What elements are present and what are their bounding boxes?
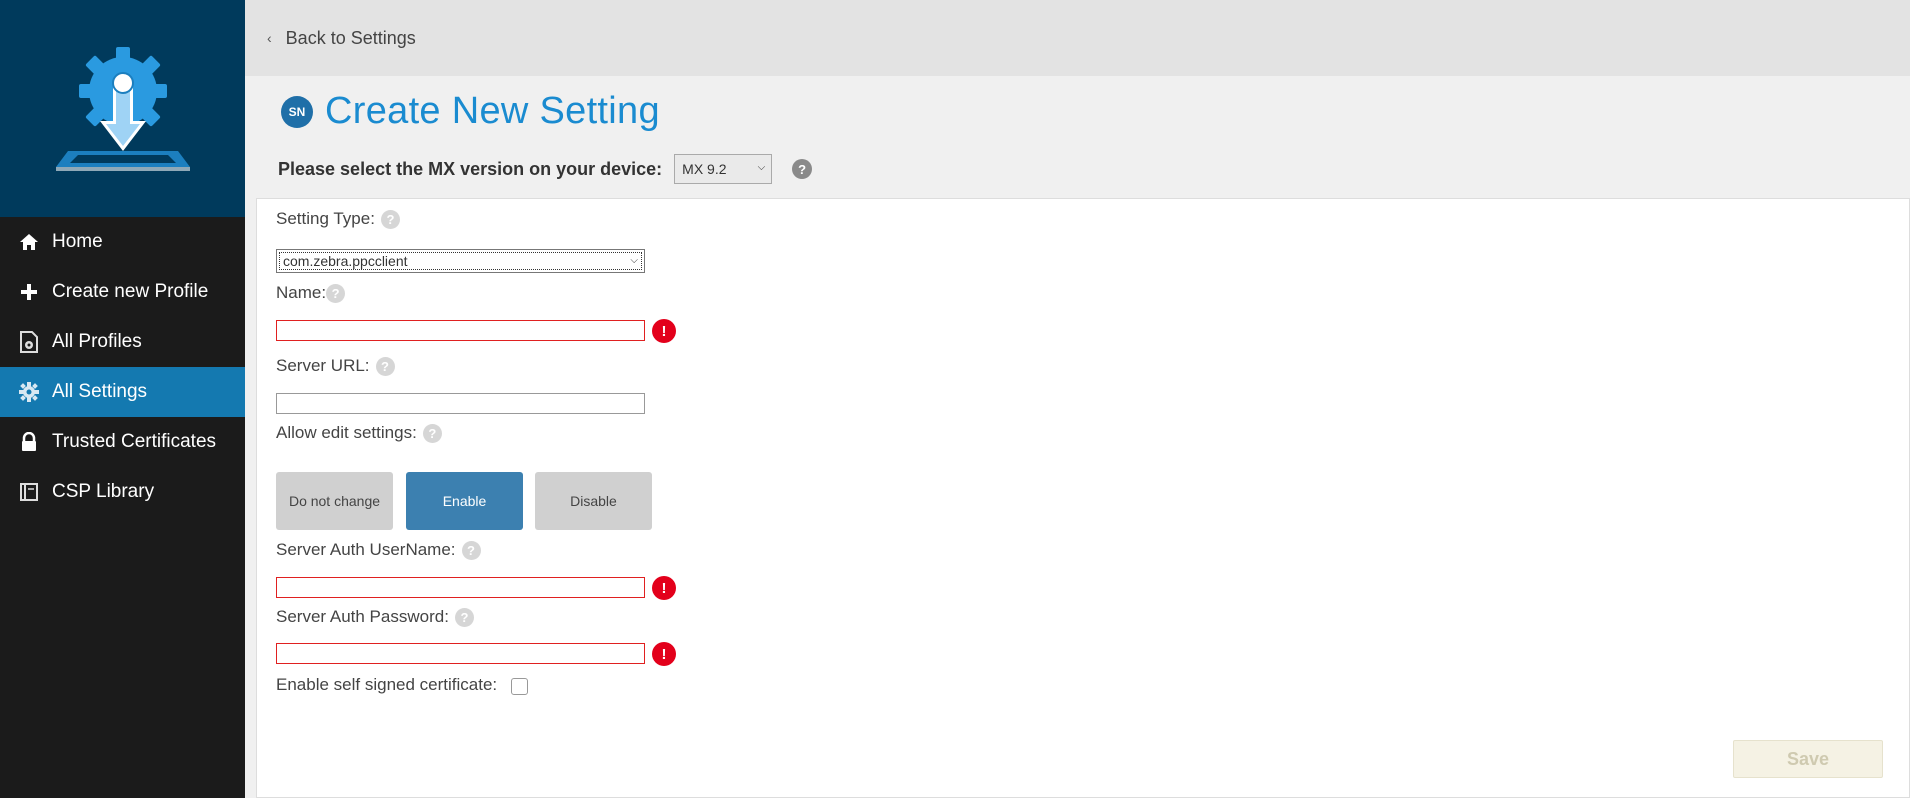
name-help-icon[interactable]: ? (326, 283, 346, 303)
name-error-icon: ! (652, 319, 676, 343)
mx-version-select[interactable]: MX 9.2 ⌵ (674, 154, 773, 184)
username-error-icon: ! (652, 576, 676, 600)
sidebar-item-label: CSP Library (52, 481, 155, 502)
server-url-help-icon[interactable]: ? (375, 356, 395, 376)
gear-icon (18, 381, 40, 403)
allow-edit-label: Allow edit settings: (276, 423, 417, 442)
setting-form: Setting Type: ? com.zebra.ppcclient ⌵ Na… (256, 198, 1910, 798)
top-bar: ‹ Back to Settings (245, 0, 1910, 76)
name-label: Name: (276, 283, 327, 302)
password-label-row: Server Auth Password: ? (276, 607, 474, 627)
logo-area (0, 0, 245, 217)
allow-edit-help-icon[interactable]: ? (422, 423, 442, 443)
app-logo-icon (55, 46, 190, 171)
plus-icon (18, 281, 40, 303)
title-row: SN Create New Setting (281, 90, 660, 133)
server-url-label-row: Server URL: ? (276, 356, 395, 376)
username-label: Server Auth UserName: (276, 540, 456, 559)
page-title: Create New Setting (325, 90, 660, 132)
sidebar-item-create-profile[interactable]: Create new Profile (0, 267, 245, 317)
sidebar-item-label: Create new Profile (52, 281, 209, 302)
enable-button[interactable]: Enable (406, 472, 523, 530)
sidebar: Home Create new Profile All Profiles All… (0, 0, 245, 798)
mx-version-value: MX 9.2 (682, 161, 727, 177)
sidebar-item-csp-library[interactable]: CSP Library (0, 467, 245, 517)
chevron-down-icon: ⌵ (630, 255, 638, 266)
username-label-row: Server Auth UserName: ? (276, 540, 481, 560)
sidebar-item-label: Home (52, 231, 103, 252)
sidebar-nav: Home Create new Profile All Profiles All… (0, 217, 245, 517)
setting-type-label-row: Setting Type: ? (276, 209, 400, 229)
page-header: SN Create New Setting Please select the … (245, 76, 1910, 198)
server-url-label: Server URL: (276, 356, 370, 375)
password-help-icon[interactable]: ? (454, 607, 474, 627)
server-url-input[interactable] (276, 393, 645, 414)
mx-version-label: Please select the MX version on your dev… (278, 158, 663, 179)
sidebar-item-all-settings[interactable]: All Settings (0, 367, 245, 417)
profiles-icon (18, 331, 40, 353)
password-error-icon: ! (652, 642, 676, 666)
self-signed-checkbox[interactable] (511, 678, 528, 695)
sidebar-item-trusted-certificates[interactable]: Trusted Certificates (0, 417, 245, 467)
save-button[interactable]: Save (1733, 740, 1883, 778)
chevron-left-icon: ‹ (267, 30, 272, 46)
lock-icon (18, 431, 40, 453)
username-help-icon[interactable]: ? (461, 540, 481, 560)
name-input[interactable] (276, 320, 645, 341)
sidebar-item-label: All Profiles (52, 331, 142, 352)
setting-type-select[interactable]: com.zebra.ppcclient ⌵ (276, 249, 645, 273)
disable-button[interactable]: Disable (535, 472, 652, 530)
sidebar-item-home[interactable]: Home (0, 217, 245, 267)
do-not-change-button[interactable]: Do not change (276, 472, 393, 530)
setting-type-label: Setting Type: (276, 209, 375, 228)
back-to-settings-link[interactable]: ‹ Back to Settings (267, 28, 416, 49)
password-input[interactable] (276, 643, 645, 664)
mx-help-icon[interactable]: ? (792, 159, 813, 179)
password-label: Server Auth Password: (276, 607, 449, 626)
back-link-label: Back to Settings (285, 27, 416, 48)
home-icon (18, 231, 40, 253)
book-icon (18, 481, 40, 503)
setting-type-value: com.zebra.ppcclient (283, 253, 408, 269)
sidebar-item-label: All Settings (52, 381, 148, 402)
sidebar-item-all-profiles[interactable]: All Profiles (0, 317, 245, 367)
username-input[interactable] (276, 577, 645, 598)
name-label-row: Name: ? (276, 283, 346, 303)
sidebar-item-label: Trusted Certificates (52, 431, 217, 452)
mx-version-row: Please select the MX version on your dev… (278, 154, 813, 184)
setting-type-help-icon[interactable]: ? (380, 209, 400, 229)
allow-edit-label-row: Allow edit settings: ? (276, 423, 442, 443)
setting-badge: SN (281, 95, 313, 128)
self-signed-label: Enable self signed certificate: (276, 675, 498, 694)
chevron-down-icon: ⌵ (757, 162, 766, 173)
